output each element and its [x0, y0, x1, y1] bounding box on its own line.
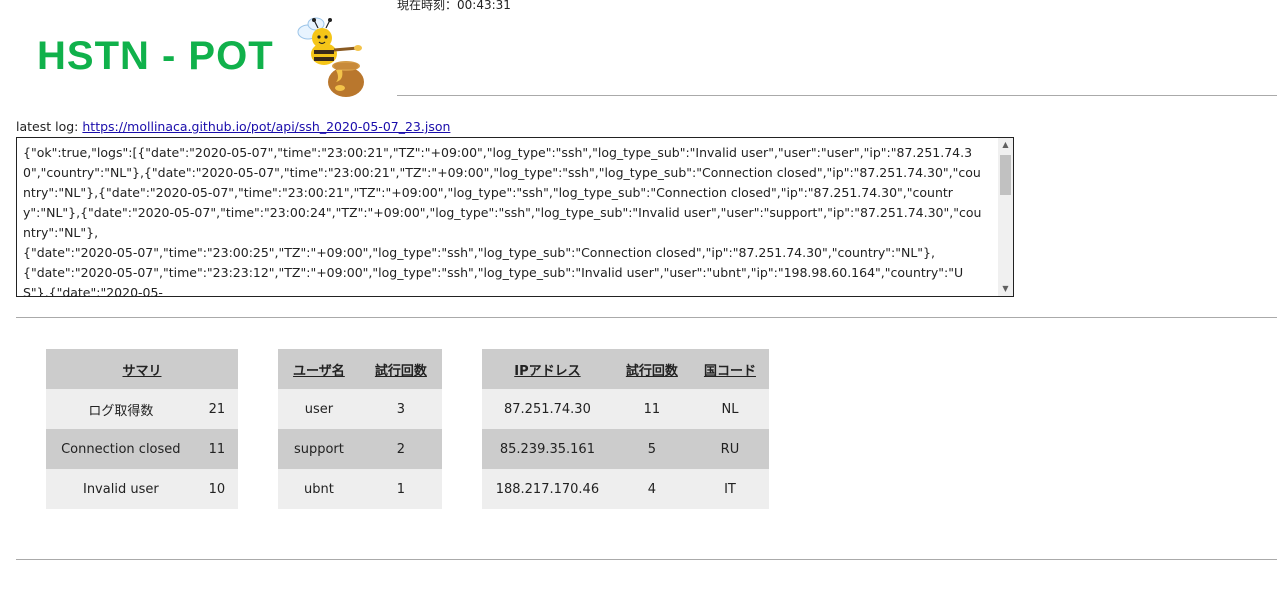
table-row: Connection closed 11	[46, 429, 238, 469]
summary-label: Invalid user	[46, 469, 196, 509]
table-row: 85.239.35.161 5 RU	[482, 429, 769, 469]
user-table: ユーザ名 試行回数 user 3 support 2 ubnt 1	[278, 349, 442, 509]
footer-divider	[16, 559, 1277, 560]
ip-address: 85.239.35.161	[482, 429, 613, 469]
site-title: HSTN - POT	[37, 34, 274, 78]
summary-value: 11	[195, 429, 238, 469]
bee-honey-pot-icon	[297, 17, 364, 97]
ip-address: 188.217.170.46	[482, 469, 613, 509]
ip-table: IPアドレス 試行回数 国コード 87.251.74.30 11 NL 85.2…	[482, 349, 769, 509]
country-code: RU	[690, 429, 769, 469]
current-time: 現在時刻：00:43:31	[397, 0, 511, 13]
table-row: 188.217.170.46 4 IT	[482, 469, 769, 509]
current-time-text: 現在時刻：00:43:31	[397, 0, 511, 12]
user-header: ユーザ名	[278, 349, 360, 389]
scroll-down-arrow-icon[interactable]: ▼	[998, 282, 1013, 296]
user-name: ubnt	[278, 469, 360, 509]
latest-log-label: latest log:	[16, 119, 79, 134]
summary-label: Connection closed	[46, 429, 196, 469]
summary-value: 10	[195, 469, 238, 509]
ip-attempts-header: 試行回数	[612, 349, 691, 389]
user-attempts: 2	[359, 429, 442, 469]
user-attempts: 1	[359, 469, 442, 509]
attempts-header: 試行回数	[359, 349, 442, 389]
country-code: NL	[690, 389, 769, 429]
table-row: 87.251.74.30 11 NL	[482, 389, 769, 429]
table-row: user 3	[278, 389, 442, 429]
ip-attempts: 5	[612, 429, 691, 469]
scroll-up-arrow-icon[interactable]: ▲	[998, 138, 1013, 152]
table-row: ubnt 1	[278, 469, 442, 509]
country-code: IT	[690, 469, 769, 509]
latest-log-link[interactable]: https://mollinaca.github.io/pot/api/ssh_…	[82, 119, 450, 134]
ip-address: 87.251.74.30	[482, 389, 613, 429]
user-attempts: 3	[359, 389, 442, 429]
user-name: user	[278, 389, 360, 429]
table-row: ログ取得数 21	[46, 389, 238, 429]
log-content: {"ok":true,"logs":[{"date":"2020-05-07",…	[23, 145, 982, 297]
user-name: support	[278, 429, 360, 469]
header-divider	[397, 95, 1277, 96]
ip-header: IPアドレス	[482, 349, 613, 389]
table-row: Invalid user 10	[46, 469, 238, 509]
section-divider	[16, 317, 1277, 318]
log-scrollbar[interactable]: ▲ ▼	[998, 138, 1013, 296]
ip-attempts: 11	[612, 389, 691, 429]
summary-label: ログ取得数	[46, 389, 196, 429]
latest-log-line: latest log: https://mollinaca.github.io/…	[16, 119, 450, 134]
country-header: 国コード	[690, 349, 769, 389]
ip-attempts: 4	[612, 469, 691, 509]
summary-value: 21	[195, 389, 238, 429]
summary-table: サマリ ログ取得数 21 Connection closed 11 Invali…	[46, 349, 238, 509]
table-row: support 2	[278, 429, 442, 469]
summary-header: サマリ	[46, 349, 238, 389]
log-textarea[interactable]: {"ok":true,"logs":[{"date":"2020-05-07",…	[16, 137, 1014, 297]
scroll-thumb[interactable]	[1000, 155, 1011, 195]
